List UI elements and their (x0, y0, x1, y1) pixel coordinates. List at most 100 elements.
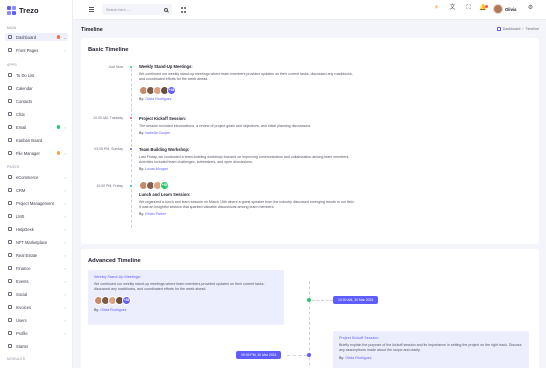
translate-icon[interactable]: 文 (449, 5, 456, 12)
logo-icon (7, 6, 16, 15)
sidebar-item-label: Invoices (16, 304, 32, 310)
author-prefix: By: (139, 130, 145, 135)
timeline-time: 03:05 PM, Sunday (94, 147, 123, 151)
users-icon (8, 318, 12, 322)
sidebar-item-label: Email (16, 124, 27, 130)
sidebar-item-social[interactable]: Social › (5, 290, 68, 298)
timeline-entry: Weekly Stand-Up Meetings: We continued o… (139, 64, 355, 101)
sidebar-item-nft[interactable]: NFT Marketplace › (5, 238, 68, 246)
chevron-right-icon: › (64, 213, 66, 219)
pages-icon (8, 48, 12, 52)
events-icon (8, 279, 12, 283)
sun-icon[interactable]: ☀ (433, 5, 440, 12)
author-link[interactable]: Olivia Rodriguez (145, 97, 171, 101)
fullscreen-icon[interactable]: ⛶ (465, 5, 472, 12)
author-link[interactable]: Isabella Cooper (145, 131, 170, 135)
author-prefix: By: (339, 355, 345, 360)
sidebar-item-invoices[interactable]: Invoices › (5, 303, 68, 311)
profile-icon (8, 331, 12, 335)
sidebar-item-label: Contacts (16, 98, 33, 104)
sidebar-item-profile[interactable]: Profile › (5, 329, 68, 337)
avatar-more-count[interactable]: +36 (160, 180, 169, 190)
section-modules-label: MODULES (7, 357, 26, 361)
chevron-right-icon: › (64, 47, 66, 53)
sidebar-item-helpdesk[interactable]: HelpDesk › (5, 225, 68, 233)
chevron-right-icon: › (64, 330, 66, 336)
sidebar-item-chat[interactable]: Chat (5, 110, 68, 118)
author-link[interactable]: Ethan Parker (145, 212, 166, 216)
entry-title: Team Building Workshop: (139, 147, 190, 152)
breadcrumb-dashboard[interactable]: Dashboard (503, 27, 521, 31)
starter-icon (8, 344, 12, 348)
section-apps-label: APPS (7, 63, 17, 67)
sidebar-item-label: Project Management (16, 200, 54, 206)
dashboard-icon (8, 35, 12, 39)
sidebar-item-todo[interactable]: To Do List (5, 71, 68, 79)
avatar-group: +36 (94, 296, 278, 306)
sidebar-item-lms[interactable]: LMS › (5, 212, 68, 220)
settings-icon[interactable]: ⚙ (527, 5, 534, 12)
search-placeholder: Search here..... (106, 7, 131, 12)
sidebar-item-label: eCommerce (16, 174, 39, 180)
sidebar-item-calendar[interactable]: Calendar (5, 84, 68, 92)
menu-icon[interactable] (89, 7, 94, 12)
basic-timeline-card: Basic Timeline Just Now Weekly Stand-Up … (81, 38, 539, 244)
card-title: Advanced Timeline (88, 258, 141, 264)
contacts-icon (8, 99, 12, 103)
sidebar-item-project-management[interactable]: Project Management › (5, 199, 68, 207)
timeline-dot (129, 65, 133, 69)
timeline-connector (287, 355, 307, 356)
sidebar-item-kanban[interactable]: Kanban Board (5, 136, 68, 144)
sidebar-item-label: HelpDesk (16, 226, 34, 232)
sidebar-item-users[interactable]: Users › (5, 316, 68, 324)
search-input[interactable]: Search here..... (102, 4, 172, 15)
author-link[interactable]: Lucas Morgan (145, 167, 168, 171)
social-icon (8, 292, 12, 296)
calendar-icon (8, 86, 12, 90)
sidebar-item-dashboard[interactable]: Dashboard ⌄ (5, 33, 68, 41)
entry-title: Project Kickoff Session: (139, 116, 187, 121)
entry-title: Lunch and Learn Session: (139, 192, 191, 197)
sidebar-item-ecommerce[interactable]: eCommerce › (5, 173, 68, 181)
sidebar-item-crm[interactable]: CRM › (5, 186, 68, 194)
avatar[interactable] (493, 4, 503, 14)
date-pill: 10:00 AM, 30 Mar 2024 (333, 296, 379, 304)
author-prefix: By: (139, 167, 145, 172)
sidebar-item-events[interactable]: Events › (5, 277, 68, 285)
cart-icon (8, 175, 12, 179)
sidebar-item-label: Real Estate (16, 252, 38, 258)
entry-body: Briefly explain the purpose of the kicko… (339, 343, 522, 353)
chevron-down-icon: ⌄ (63, 34, 67, 40)
sidebar-item-email[interactable]: Email › (5, 123, 68, 131)
author-link[interactable]: Olivia Rodriguez (345, 356, 371, 360)
sidebar-item-real-estate[interactable]: Real Estate › (5, 251, 68, 259)
section-pages-label: PAGES (7, 165, 20, 169)
status-badge (56, 151, 60, 155)
timeline-dot (307, 298, 311, 302)
notification-dot (485, 5, 488, 8)
sidebar-item-label: Events (16, 278, 29, 284)
sidebar-item-starter[interactable]: Starter (5, 342, 68, 350)
search-icon[interactable] (164, 7, 168, 12)
sidebar-item-label: To Do List (16, 72, 35, 78)
apps-grid-icon[interactable] (181, 7, 187, 13)
chevron-right-icon: › (64, 226, 66, 232)
avatar-more-count[interactable]: +36 (167, 85, 176, 95)
logo[interactable]: Trezo (7, 6, 39, 15)
avatar-more-count[interactable]: +36 (122, 296, 131, 306)
timeline-entry: +36 Lunch and Learn Session: We organize… (139, 180, 355, 216)
sidebar-item-label: Profile (16, 330, 28, 336)
author-prefix: By: (94, 307, 100, 312)
sidebar-item-file-manager[interactable]: File Manager › (5, 149, 68, 157)
chat-icon (8, 112, 12, 116)
user-name[interactable]: Olivia (505, 7, 516, 12)
avatar-group: +36 (139, 85, 355, 95)
sidebar-item-contacts[interactable]: Contacts (5, 97, 68, 105)
author-link[interactable]: Olivia Rodriguez (100, 308, 126, 312)
project-icon (8, 201, 12, 205)
chevron-right-icon: › (64, 291, 66, 297)
sidebar-item-front-pages[interactable]: Front Pages › (5, 46, 68, 54)
kanban-icon (8, 138, 12, 142)
crm-icon (8, 188, 12, 192)
sidebar-item-finance[interactable]: Finance › (5, 264, 68, 272)
